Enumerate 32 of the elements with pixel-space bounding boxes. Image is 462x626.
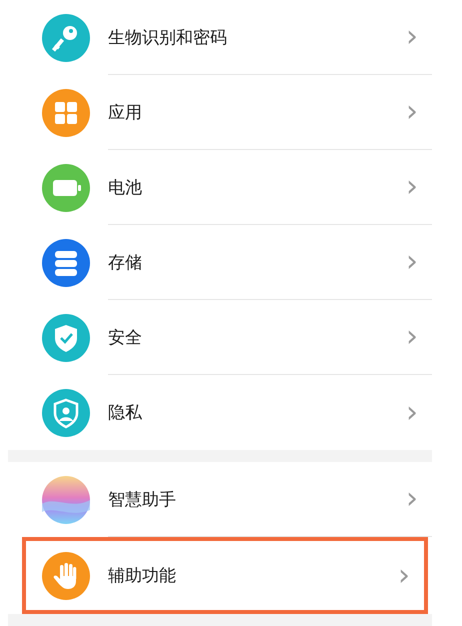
setting-row[interactable]: 隐私 ›	[8, 375, 432, 450]
chevron-icon: ›	[406, 398, 418, 428]
highlighted-setting-row[interactable]: 辅助功能 ›	[22, 537, 428, 614]
chevron-icon: ›	[398, 560, 410, 590]
shield-check-icon	[42, 314, 90, 362]
setting-label: 隐私	[108, 402, 143, 424]
setting-row[interactable]: 存储 ›	[8, 225, 432, 300]
setting-row[interactable]: 生物识别和密码 ›	[8, 0, 432, 75]
setting-label: 电池	[108, 176, 143, 198]
chevron-icon: ›	[406, 322, 418, 352]
setting-row[interactable]: 电池 ›	[8, 150, 432, 225]
setting-label: 生物识别和密码	[108, 26, 228, 48]
setting-row[interactable]: 智慧助手 ›	[8, 462, 432, 537]
setting-label: 辅助功能	[108, 565, 177, 587]
setting-row[interactable]: 应用 ›	[8, 75, 432, 150]
grid-icon	[42, 88, 90, 136]
setting-row[interactable]: 安全 ›	[8, 300, 432, 375]
key-icon	[42, 14, 90, 62]
assistant-icon	[42, 476, 90, 524]
hand-icon	[42, 552, 90, 600]
chevron-icon: ›	[406, 97, 418, 127]
battery-icon	[42, 164, 90, 212]
setting-label: 应用	[108, 102, 143, 124]
setting-label: 智慧助手	[108, 488, 177, 510]
setting-label: 安全	[108, 326, 143, 348]
chevron-icon: ›	[406, 22, 418, 52]
chevron-icon: ›	[406, 172, 418, 202]
chevron-icon: ›	[406, 484, 418, 514]
storage-icon	[42, 238, 90, 286]
setting-label: 存储	[108, 252, 143, 274]
shield-person-icon	[42, 388, 90, 436]
chevron-icon: ›	[406, 247, 418, 277]
